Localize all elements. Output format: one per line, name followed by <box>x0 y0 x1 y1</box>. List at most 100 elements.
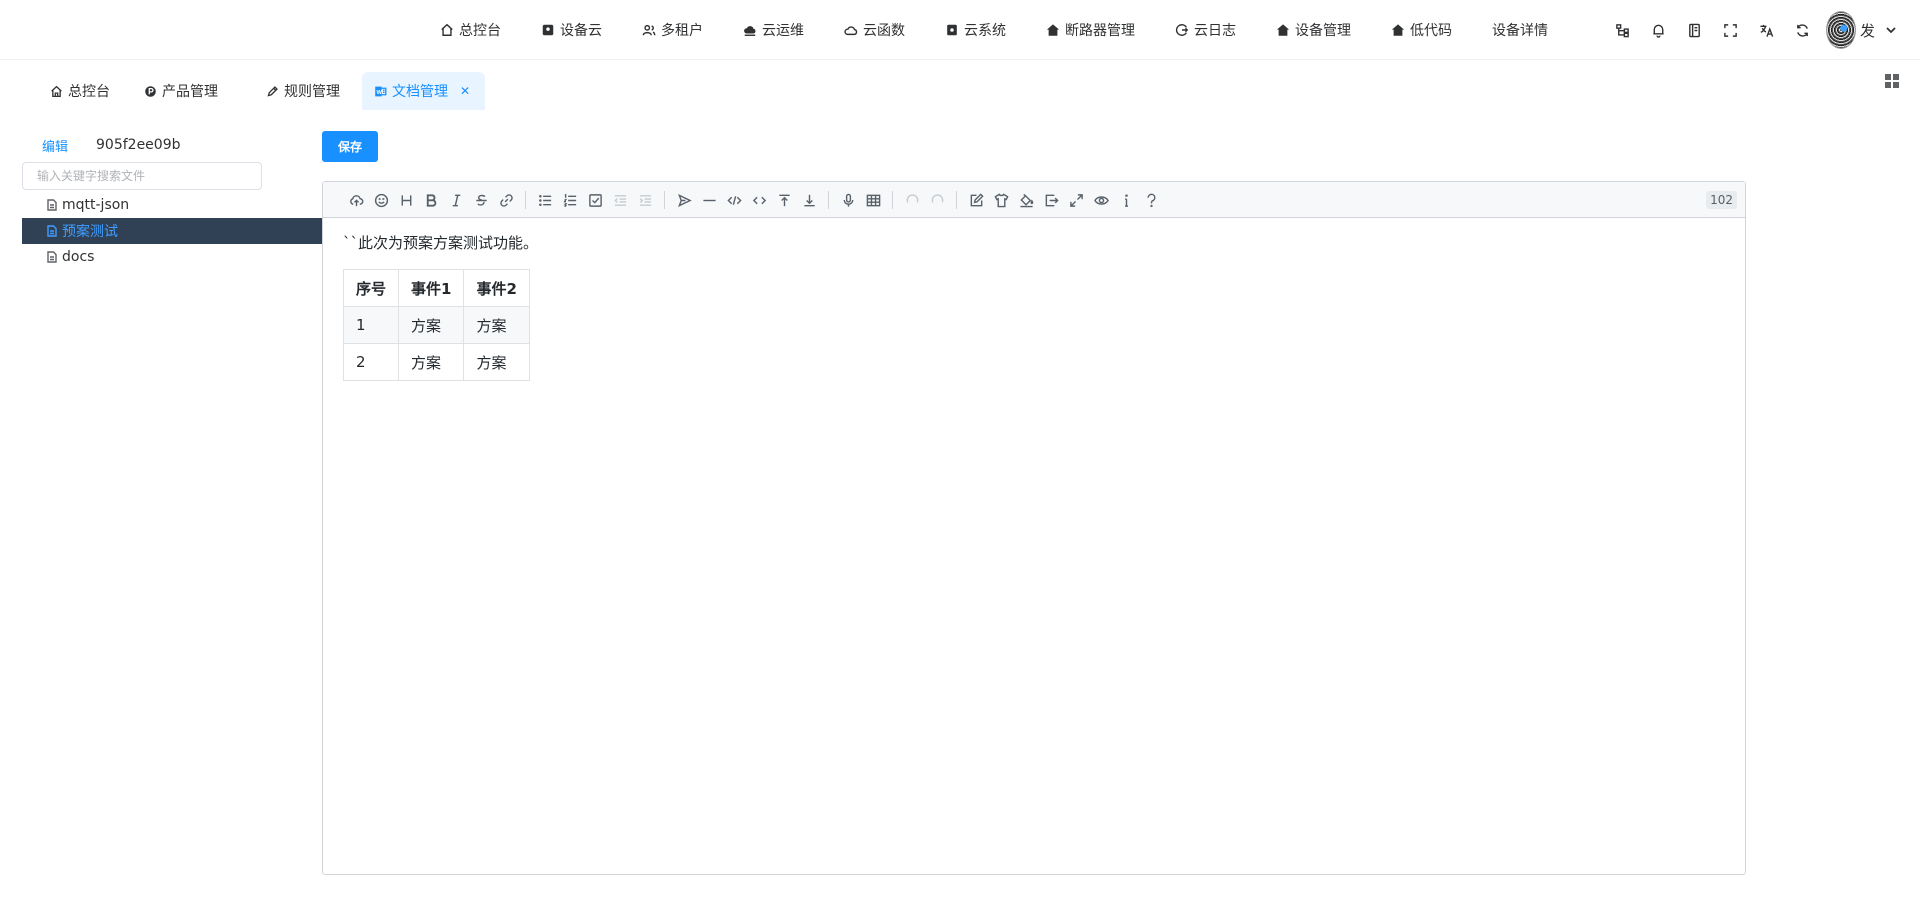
theme-button[interactable] <box>991 190 1011 210</box>
nav-item-device-management[interactable]: 设备管理 <box>1276 0 1351 60</box>
bullet-list-button[interactable] <box>535 190 555 210</box>
nav-item-cloud-log[interactable]: 云日志 <box>1175 0 1236 60</box>
italic-button[interactable] <box>446 190 466 210</box>
insert-after-button[interactable] <box>799 190 819 210</box>
quote-button[interactable] <box>674 190 694 210</box>
inline-code-button[interactable] <box>749 190 769 210</box>
upload-button[interactable] <box>346 190 366 210</box>
refresh-button[interactable] <box>1784 0 1820 60</box>
upload-icon <box>349 194 363 206</box>
save-button[interactable]: 保存 <box>322 131 378 162</box>
strikethrough-icon <box>475 194 487 206</box>
docs-button[interactable] <box>1676 0 1712 60</box>
expand-icon <box>1069 193 1083 207</box>
doc-icon: W <box>375 86 387 96</box>
sidebar-header: 编辑 905f2ee09b <box>22 130 322 160</box>
shirt-icon <box>993 192 1009 207</box>
table-header-cell: 序号 <box>342 269 400 307</box>
nav-item-multi-tenant[interactable]: 多租户 <box>642 0 703 60</box>
tab-rule-management[interactable]: 规则管理 <box>254 72 352 110</box>
edit-link[interactable]: 编辑 <box>42 136 68 155</box>
question-icon <box>1147 193 1155 207</box>
sitemap-button[interactable] <box>1604 0 1640 60</box>
ordered-list-button[interactable] <box>560 190 580 210</box>
send-icon <box>677 193 692 207</box>
nav-item-breaker-management[interactable]: 断路器管理 <box>1046 0 1135 60</box>
insert-before-button[interactable] <box>774 190 794 210</box>
tab-close-icon[interactable]: ✕ <box>460 84 470 98</box>
user-menu-dropdown[interactable] <box>1885 24 1897 36</box>
task-list-button[interactable] <box>585 190 605 210</box>
tree-item-plan-test[interactable]: 预案测试 <box>22 218 322 244</box>
grid-icon <box>1885 74 1899 88</box>
tree-item-docs[interactable]: docs <box>22 244 322 270</box>
table-cell: 方案 <box>398 343 465 381</box>
record-button[interactable] <box>838 190 858 210</box>
file-icon <box>47 199 57 211</box>
tabs-menu-button[interactable] <box>1884 73 1900 89</box>
redo-icon <box>931 193 943 203</box>
edit-mode-button[interactable] <box>966 190 986 210</box>
cloud-ops-icon <box>744 26 756 36</box>
redo-button[interactable] <box>927 190 947 210</box>
code-theme-button[interactable] <box>1016 190 1036 210</box>
table-header-row: 序号 事件1 事件2 <box>342 269 530 307</box>
heading-icon <box>401 194 411 206</box>
checkbox-icon <box>588 193 602 207</box>
editor-content[interactable]: ``此次为预案方案测试功能。 序号 事件1 事件2 1 方案 方案 2 方案 方… <box>323 232 1745 381</box>
eye-icon <box>1093 195 1109 205</box>
markdown-editor: 102 ``此次为预案方案测试功能。 序号 事件1 事件2 1 方案 方案 2 <box>322 181 1746 875</box>
ordered-list-icon <box>563 193 576 207</box>
info-button[interactable] <box>1116 190 1136 210</box>
fullscreen-editor-button[interactable] <box>1066 190 1086 210</box>
nav-item-cloud-function[interactable]: 云函数 <box>844 0 905 60</box>
italic-icon <box>452 194 460 206</box>
toolbar-divider <box>828 191 829 209</box>
user-name[interactable]: 发 <box>1860 20 1875 41</box>
nav-item-cloud-ops[interactable]: 云运维 <box>743 0 804 60</box>
tab-document-management[interactable]: W 文档管理 ✕ <box>362 72 485 110</box>
tab-product-management[interactable]: 产品管理 <box>132 72 230 110</box>
indent-button[interactable] <box>635 190 655 210</box>
nav-item-cloud-system[interactable]: 云系统 <box>945 0 1006 60</box>
home-icon <box>441 23 453 36</box>
tags-view-bar: 总控台 产品管理 规则管理 W 文档管理 ✕ <box>0 60 1920 110</box>
undo-button[interactable] <box>902 190 922 210</box>
tab-dashboard[interactable]: 总控台 <box>38 72 122 110</box>
link-button[interactable] <box>496 190 516 210</box>
tree-item-mqtt-json[interactable]: mqtt-json <box>22 192 322 218</box>
nav-item-dashboard[interactable]: 总控台 <box>440 0 501 60</box>
hr-button[interactable] <box>699 190 719 210</box>
toolbar-divider <box>664 191 665 209</box>
nav-item-low-code[interactable]: 低代码 <box>1391 0 1452 60</box>
strike-button[interactable] <box>471 190 491 210</box>
code-block-button[interactable] <box>724 190 744 210</box>
language-button[interactable] <box>1748 0 1784 60</box>
emoji-button[interactable] <box>371 190 391 210</box>
nav-item-device-detail[interactable]: 设备详情 <box>1492 0 1548 60</box>
system-icon <box>947 24 957 36</box>
export-button[interactable] <box>1041 190 1061 210</box>
document-id: 905f2ee09b <box>96 137 181 153</box>
table-button[interactable] <box>863 190 883 210</box>
fullscreen-button[interactable] <box>1712 0 1748 60</box>
list-icon <box>538 194 551 206</box>
toolbar-divider <box>956 191 957 209</box>
help-button[interactable] <box>1141 190 1161 210</box>
chevron-down-icon <box>1886 27 1896 34</box>
heading-button[interactable] <box>396 190 416 210</box>
table-row: 1 方案 方案 <box>342 306 530 344</box>
nav-item-device-cloud[interactable]: 设备云 <box>541 0 602 60</box>
file-search-input[interactable] <box>22 162 262 190</box>
log-icon <box>1175 24 1189 36</box>
horizontal-rule-icon <box>702 199 716 201</box>
bell-icon <box>1652 24 1664 38</box>
avatar[interactable] <box>1826 11 1856 49</box>
notification-button[interactable] <box>1640 0 1676 60</box>
file-icon <box>47 251 57 263</box>
insert-before-icon <box>778 194 790 206</box>
bold-button[interactable] <box>421 190 441 210</box>
preview-button[interactable] <box>1091 190 1111 210</box>
export-icon <box>1045 194 1059 206</box>
outdent-button[interactable] <box>610 190 630 210</box>
